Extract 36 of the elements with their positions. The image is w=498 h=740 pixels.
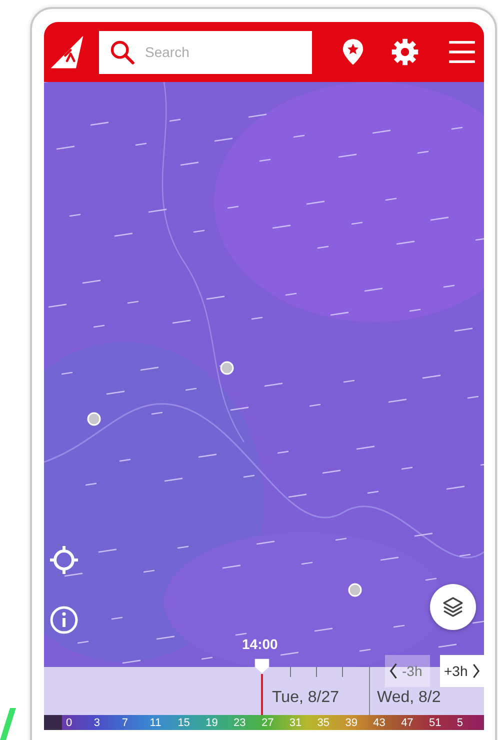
menu-button[interactable] [448,40,476,64]
chevron-left-icon [389,662,398,680]
legend-value: 23 [234,716,247,728]
day-label[interactable]: Wed, 8/2 [377,689,441,707]
legend-value: 7 [122,716,129,728]
favorite-location-button[interactable] [342,38,364,66]
legend-value: 47 [401,716,414,728]
locate-button[interactable] [49,545,79,575]
legend-value: 19 [206,716,219,728]
chevron-right-icon [472,662,480,680]
layers-icon [441,595,465,619]
settings-button[interactable] [390,37,420,67]
settings-icon [390,37,420,67]
crosshair-icon [49,545,79,575]
info-button[interactable] [49,605,79,635]
time-step-button[interactable]: +3h [440,655,484,687]
legend-value: 39 [345,716,358,728]
legend-value: 3 [94,716,102,728]
day-label[interactable]: Tue, 8/27 [272,689,369,707]
legend-value: 27 [261,716,275,728]
current-time-label: 14:00 [242,636,278,652]
map-pin-star-icon [342,38,364,66]
menu-icon [448,40,476,64]
search-field[interactable]: Search [99,30,312,74]
info-icon [49,605,79,635]
legend-value: 5 [456,716,464,728]
search-icon [109,39,135,65]
legend-value: 11 [150,716,162,728]
legend-value: 35 [317,716,331,728]
legend-value: 0 [66,716,74,728]
legend-value: 51 [428,716,442,728]
time-slider-handle[interactable] [254,658,270,715]
legend-value: 43 [373,716,386,728]
legend-value: 31 [289,716,303,728]
slider-thumb-icon [254,658,270,674]
legend-value: 15 [178,716,191,728]
